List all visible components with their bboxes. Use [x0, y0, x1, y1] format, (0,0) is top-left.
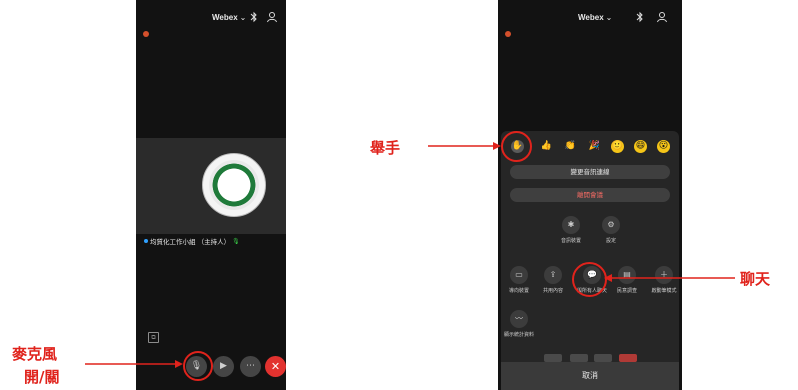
mic-highlight-ring	[183, 351, 213, 381]
mic-annotation-line2: 開/關	[24, 368, 60, 386]
participant-label: 均質化工作小組 （主持人） 🎙	[144, 236, 240, 246]
participant-name: 均質化工作小組 （主持人）	[150, 238, 231, 246]
raise-hand-annotation: 舉手	[370, 139, 401, 157]
mic-active-icon: 🎙	[232, 237, 240, 245]
chevron-down-icon: ⌄	[605, 13, 613, 22]
meeting-screen: Webex ⌄ T.L.V.S 均質化工作小組 （主持人） 🎙 ⧉ 🎙 ▶ ⋯ ✕	[136, 0, 286, 390]
logo-emblem: T.L.V.S	[209, 160, 259, 210]
participants-icon[interactable]	[656, 11, 668, 23]
raise-hand-highlight-ring	[501, 131, 532, 162]
plus-icon: ＋	[655, 266, 673, 284]
change-audio-button[interactable]: 變更音訊連線	[510, 165, 670, 179]
surprised-reaction[interactable]: 😮	[657, 140, 670, 153]
more-options-screen: Webex ⌄ ✋ 👍 👏 🎉 🙂 😄 😮 變更音訊連線 離開會議 ✱ 音訊裝置 …	[498, 0, 682, 390]
tile-label: 顯示統計資料	[504, 332, 535, 338]
celebrate-reaction[interactable]: 🎉	[588, 140, 601, 153]
leave-meeting-button[interactable]: 離開會議	[510, 188, 670, 202]
self-view-toggle-icon[interactable]: ⧉	[148, 332, 159, 343]
background-control	[544, 354, 562, 362]
tile-label: 民意調查	[616, 288, 637, 294]
top-bar: Webex ⌄	[136, 0, 286, 36]
bluetooth-icon: ✱	[562, 216, 580, 234]
laugh-reaction[interactable]: 😄	[634, 140, 647, 153]
tile-label: 啟動筆模式	[651, 288, 677, 294]
share-icon: ⇪	[544, 266, 562, 284]
background-control	[594, 354, 612, 362]
active-speaker-dot	[144, 239, 148, 243]
clap-reaction[interactable]: 👏	[564, 140, 577, 153]
end-call-button[interactable]: ✕	[265, 356, 286, 377]
chevron-down-icon: ⌄	[239, 13, 247, 22]
tile-label: 音訊裝置	[560, 238, 581, 244]
app-switcher[interactable]: Webex ⌄	[578, 13, 612, 22]
bluetooth-icon[interactable]	[248, 11, 260, 23]
participant-logo: T.L.V.S	[202, 153, 266, 217]
recording-indicator	[505, 31, 511, 37]
tile-label: 導向裝置	[508, 288, 529, 294]
cast-icon: ▭	[510, 266, 528, 284]
app-switcher[interactable]: Webex ⌄	[212, 13, 246, 22]
participants-icon[interactable]	[266, 11, 278, 23]
chat-annotation: 聊天	[740, 270, 771, 288]
bluetooth-icon[interactable]	[634, 11, 646, 23]
cancel-button[interactable]: 取消	[501, 362, 679, 390]
statistics-tile[interactable]: 〰 顯示統計資料	[504, 310, 534, 338]
audio-device-tile[interactable]: ✱ 音訊裝置	[556, 216, 586, 244]
cast-device-tile[interactable]: ▭ 導向裝置	[504, 266, 534, 294]
app-title: Webex	[578, 13, 604, 22]
chart-icon: 〰	[510, 310, 528, 328]
video-toggle-button[interactable]: ▶	[213, 356, 234, 377]
recording-indicator	[143, 31, 149, 37]
background-control	[619, 354, 637, 362]
tile-label: 共用內容	[542, 288, 563, 294]
more-options-button[interactable]: ⋯	[240, 356, 261, 377]
polling-tile[interactable]: ▤ 民意調查	[612, 266, 642, 294]
chat-highlight-ring	[572, 262, 607, 297]
gear-icon: ⚙	[602, 216, 620, 234]
logo-text: T.L.V.S	[226, 193, 242, 199]
background-control	[570, 354, 588, 362]
app-title: Webex	[212, 13, 238, 22]
thumbs-up-reaction[interactable]: 👍	[540, 140, 553, 153]
settings-tile[interactable]: ⚙ 設定	[596, 216, 626, 244]
top-bar: Webex ⌄	[498, 0, 682, 36]
share-content-tile[interactable]: ⇪ 共用內容	[538, 266, 568, 294]
poll-icon: ▤	[618, 266, 636, 284]
tile-label: 設定	[605, 238, 616, 244]
mic-annotation-line1: 麥克風	[12, 345, 58, 363]
smile-reaction[interactable]: 🙂	[611, 140, 624, 153]
pen-mode-tile[interactable]: ＋ 啟動筆模式	[649, 266, 679, 294]
